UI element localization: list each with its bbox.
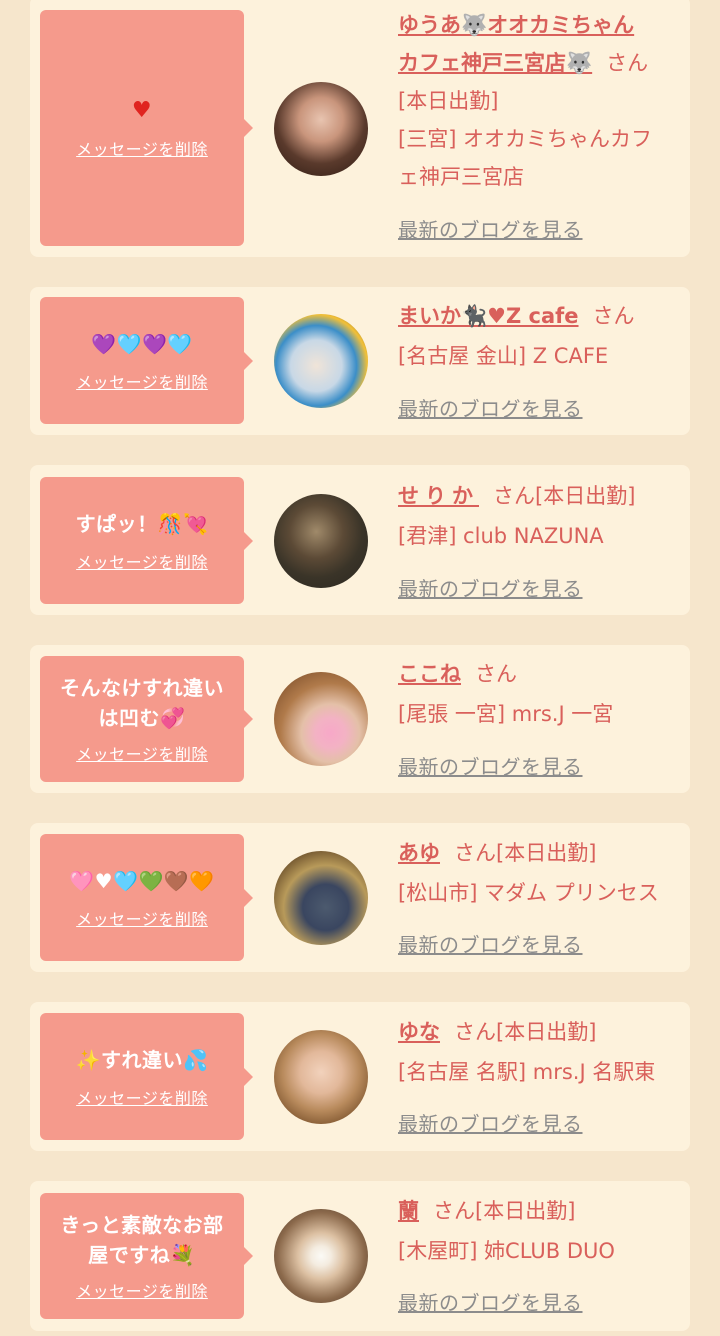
cast-name-link[interactable]: カフェ神戸三宮店🐺 [398,51,592,75]
honorific: さん [433,1199,475,1223]
status-badge: [本日出勤] [535,484,636,508]
avatar[interactable] [274,672,368,766]
message-bubble: ♥ メッセージを削除 [40,10,253,246]
cast-name-link[interactable]: 蘭 [398,1199,419,1223]
message-text: すぱッ！🎊💘 [75,511,209,536]
honorific: さん [475,662,517,686]
shop-name: [松山市] マダム プリンセス [398,881,659,905]
latest-blog-link[interactable]: 最新のブログを見る [398,929,583,958]
latest-blog-link[interactable]: 最新のブログを見る [398,214,583,243]
list-item: きっと素敵なお部 屋ですね💐 メッセージを削除 蘭さん[本日出勤] [木屋町] … [30,1181,690,1331]
cast-name-link[interactable]: ここね [398,662,461,686]
message-bubble: すぱッ！🎊💘 メッセージを削除 [40,477,253,604]
shop-name: [三宮] オオカミちゃんカフ [398,127,653,151]
honorific: さん [493,484,535,508]
list-item: 💜🩵💜🩵 メッセージを削除 まいか🐈‍⬛♥Z cafe さん [名古屋 金山] Z… [30,287,690,435]
latest-blog-link[interactable]: 最新のブログを見る [398,1287,583,1316]
honorific: さん [454,1020,496,1044]
list-item: すぱッ！🎊💘 メッセージを削除 せりか さん[本日出勤] [君津] club NA… [30,465,690,615]
message-text: 🩷♥🩵💚🤎🧡 [69,868,215,893]
cast-info: ここね さん [尾張 一宮] mrs.J 一宮 [398,655,690,733]
status-badge: [本日出勤] [475,1199,576,1223]
avatar[interactable] [274,314,368,408]
shop-name: [木屋町] 姉CLUB DUO [398,1239,615,1263]
message-text: きっと素敵なお部 [60,1213,224,1237]
list-item: 🩷♥🩵💚🤎🧡 メッセージを削除 あゆ さん[本日出勤] [松山市] マダム プリン… [30,823,690,972]
honorific: さん [592,304,635,328]
cast-name-link[interactable]: せりか [398,484,479,508]
list-item: ✨すれ違い💦 メッセージを削除 ゆな さん[本日出勤] [名古屋 名駅] mrs.… [30,1002,690,1151]
cast-name-link[interactable]: ゆうあ🐺オオカミちゃん [398,13,634,37]
message-bubble: そんなけすれ違い は凹む💞 メッセージを削除 [40,656,253,782]
honorific: さん [606,51,649,75]
cast-name-link[interactable]: ゆな [398,1020,440,1044]
message-text: 💜🩵💜🩵 [91,331,193,356]
delete-message-link[interactable]: メッセージを削除 [76,741,208,765]
avatar[interactable] [274,82,368,176]
cast-info: まいか🐈‍⬛♥Z cafe さん [名古屋 金山] Z CAFE [398,297,690,375]
message-bubble: ✨すれ違い💦 メッセージを削除 [40,1013,253,1140]
status-badge: [本日出勤] [496,841,597,865]
cast-info: 蘭さん[本日出勤] [木屋町] 姉CLUB DUO [398,1192,690,1270]
message-bubble: 💜🩵💜🩵 メッセージを削除 [40,297,253,424]
message-text: 屋ですね💐 [88,1243,196,1267]
delete-message-link[interactable]: メッセージを削除 [76,1278,208,1302]
cast-info: あゆ さん[本日出勤] [松山市] マダム プリンセス [398,834,690,912]
avatar[interactable] [274,1209,368,1303]
status-badge: [本日出勤] [398,89,499,113]
latest-blog-link[interactable]: 最新のブログを見る [398,393,583,422]
shop-name: [尾張 一宮] mrs.J 一宮 [398,702,614,726]
cast-info: ゆうあ🐺オオカミちゃん カフェ神戸三宮店🐺 さん [本日出勤] [三宮] オオカミ… [398,6,690,196]
delete-message-link[interactable]: メッセージを削除 [76,136,208,160]
message-text: ✨すれ違い💦 [75,1047,209,1072]
avatar[interactable] [274,494,368,588]
cast-info: ゆな さん[本日出勤] [名古屋 名駅] mrs.J 名駅東 [398,1013,690,1091]
latest-blog-link[interactable]: 最新のブログを見る [398,573,583,602]
cast-info: せりか さん[本日出勤] [君津] club NAZUNA [398,477,690,555]
list-item: ♥ メッセージを削除 ゆうあ🐺オオカミちゃん カフェ神戸三宮店🐺 さん [本日出勤… [30,0,690,257]
shop-name: [君津] club NAZUNA [398,524,604,548]
list-item: そんなけすれ違い は凹む💞 メッセージを削除 ここね さん [尾張 一宮] mrs… [30,645,690,793]
status-badge: [本日出勤] [496,1020,597,1044]
avatar[interactable] [274,1030,368,1124]
message-bubble: きっと素敵なお部 屋ですね💐 メッセージを削除 [40,1193,253,1319]
message-text: ♥ [131,98,153,123]
message-bubble: 🩷♥🩵💚🤎🧡 メッセージを削除 [40,834,253,961]
delete-message-link[interactable]: メッセージを削除 [76,369,208,393]
latest-blog-link[interactable]: 最新のブログを見る [398,751,583,780]
cast-name-link[interactable]: あゆ [398,841,440,865]
latest-blog-link[interactable]: 最新のブログを見る [398,1108,583,1137]
shop-name: ェ神戸三宮店 [398,165,524,189]
message-text: そんなけすれ違い [60,676,224,700]
delete-message-link[interactable]: メッセージを削除 [76,549,208,573]
cast-name-link[interactable]: まいか🐈‍⬛♥Z cafe [398,304,579,328]
delete-message-link[interactable]: メッセージを削除 [76,906,208,930]
honorific: さん [454,841,496,865]
delete-message-link[interactable]: メッセージを削除 [76,1085,208,1109]
avatar[interactable] [274,851,368,945]
message-text: は凹む💞 [98,706,186,730]
shop-name: [名古屋 名駅] mrs.J 名駅東 [398,1060,656,1084]
shop-name: [名古屋 金山] Z CAFE [398,344,609,368]
